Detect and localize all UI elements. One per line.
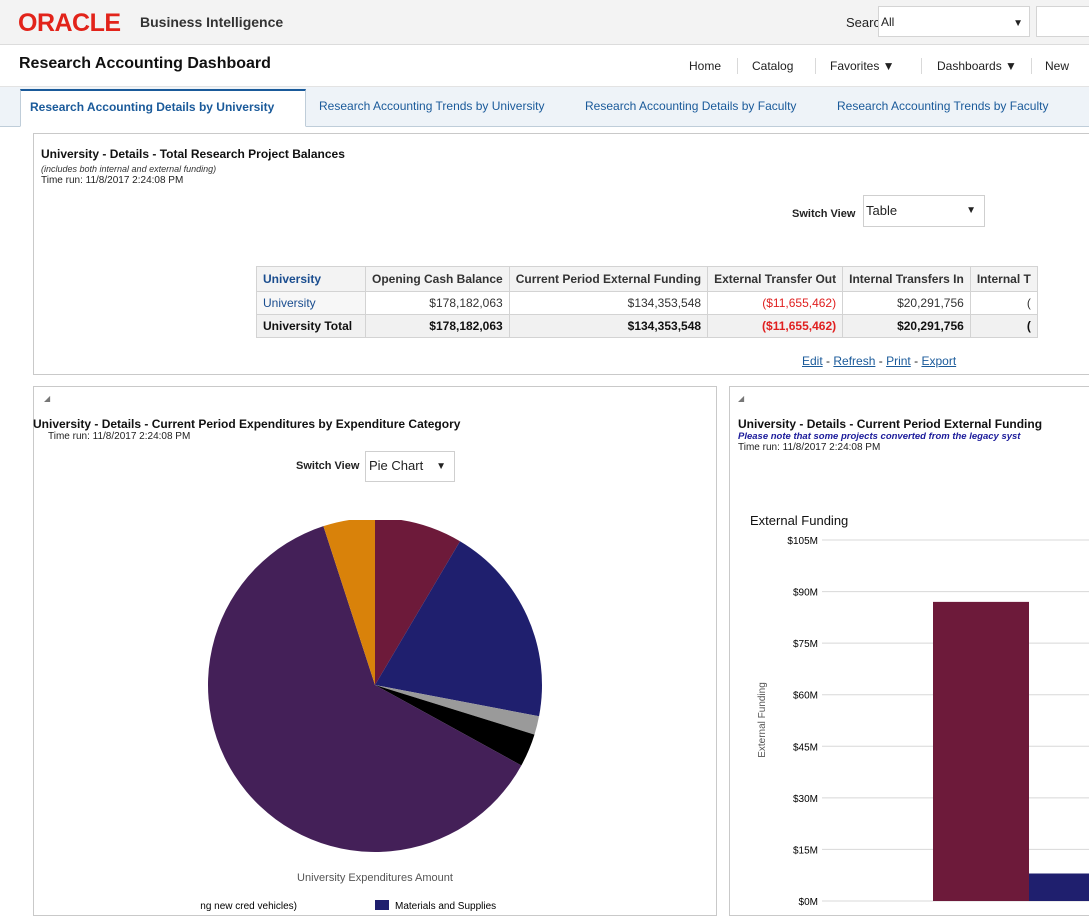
funding-title: University - Details - Current Period Ex… bbox=[738, 417, 1043, 431]
external-funding-bar-chart: External Funding $0M $15M $30M $45M $60M $75M… bbox=[750, 513, 1089, 906]
bar[interactable] bbox=[1029, 873, 1089, 901]
page-title: Research Accounting Dashboard bbox=[19, 55, 271, 72]
table-header-row: University Opening Cash Balance Current … bbox=[256, 266, 1038, 292]
tab-trends-by-faculty[interactable]: Research Accounting Trends by Faculty bbox=[837, 99, 1048, 113]
y-tick-label: $45M bbox=[793, 742, 818, 753]
nav-dashboards[interactable]: Dashboards ▼ bbox=[937, 59, 1017, 73]
chevron-down-icon: ▼ bbox=[436, 461, 446, 472]
tab-details-by-university[interactable]: Research Accounting Details by Universit… bbox=[20, 89, 306, 127]
table-cell: $134,353,548 bbox=[508, 314, 709, 338]
bars bbox=[933, 601, 1089, 901]
tab-details-by-faculty[interactable]: Research Accounting Details by Faculty bbox=[585, 99, 796, 113]
table-cell: ($11,655,462) bbox=[707, 314, 844, 338]
collapse-corner-icon[interactable]: ◢ bbox=[44, 394, 50, 403]
y-tick-label: $75M bbox=[793, 639, 818, 650]
chevron-down-icon: ▼ bbox=[1013, 18, 1023, 29]
y-tick-label: $90M bbox=[793, 588, 818, 599]
expenditures-title: University - Details - Current Period Ex… bbox=[33, 417, 461, 431]
print-link[interactable]: Print bbox=[886, 354, 911, 368]
y-tick-label: $15M bbox=[793, 845, 818, 856]
action-separator: - bbox=[826, 354, 831, 368]
tab-label: Research Accounting Details by Universit… bbox=[30, 100, 275, 114]
table-cell: ( bbox=[969, 291, 1038, 315]
bar[interactable] bbox=[933, 601, 1029, 901]
collapse-corner-icon[interactable]: ◢ bbox=[738, 394, 744, 403]
edit-link[interactable]: Edit bbox=[802, 354, 823, 368]
legend-item: Equipment (including new cred vehicles) bbox=[200, 901, 297, 912]
column-header: Internal T bbox=[969, 266, 1038, 292]
y-tick-label: $60M bbox=[793, 691, 818, 702]
balances-table: University Opening Cash Balance Current … bbox=[256, 266, 1038, 338]
column-header: Current Period External Funding bbox=[508, 266, 709, 292]
pie-slices bbox=[208, 520, 542, 852]
y-axis-label: External Funding bbox=[757, 682, 768, 758]
nav-catalog[interactable]: Catalog bbox=[752, 59, 793, 73]
export-link[interactable]: Export bbox=[921, 354, 956, 368]
table-cell: $178,182,063 bbox=[365, 291, 510, 315]
table-cell: $134,353,548 bbox=[508, 291, 709, 315]
nav-divider bbox=[815, 58, 816, 74]
nav-divider bbox=[737, 58, 738, 74]
legend-swatch bbox=[375, 900, 389, 910]
search-scope-value: All bbox=[881, 15, 895, 29]
nav-new[interactable]: New bbox=[1045, 59, 1069, 73]
table-cell: ( bbox=[969, 314, 1038, 338]
pie-axis-label: University Expenditures Amount bbox=[297, 872, 453, 884]
funding-note: Please note that some projects converted… bbox=[738, 431, 1021, 442]
table-cell: $20,291,756 bbox=[842, 291, 971, 315]
y-tick-label: $30M bbox=[793, 794, 818, 805]
table-row: University $178,182,063 $134,353,548 ($1… bbox=[256, 291, 1038, 315]
legend-item: Materials and Supplies bbox=[395, 901, 496, 912]
balances-time-run: Time run: 11/8/2017 2:24:08 PM bbox=[41, 175, 184, 186]
column-header: Opening Cash Balance bbox=[365, 266, 510, 292]
table-cell: ($11,655,462) bbox=[707, 291, 844, 315]
search-scope-select[interactable]: All ▼ bbox=[878, 6, 1030, 37]
switch-view-label: Switch View bbox=[792, 208, 856, 220]
refresh-link[interactable]: Refresh bbox=[833, 354, 875, 368]
funding-time-run: Time run: 11/8/2017 2:24:08 PM bbox=[738, 442, 881, 453]
oracle-logo[interactable]: ORACLE bbox=[18, 9, 121, 38]
search-input[interactable] bbox=[1036, 6, 1089, 37]
table-cell: $20,291,756 bbox=[842, 314, 971, 338]
action-separator: - bbox=[914, 354, 919, 368]
switch-view-label: Switch View bbox=[296, 460, 360, 472]
balances-title: University - Details - Total Research Pr… bbox=[41, 147, 345, 161]
switch-view-select[interactable]: Table ▼ bbox=[863, 195, 985, 227]
chevron-down-icon: ▼ bbox=[966, 205, 976, 216]
table-total-row: University Total $178,182,063 $134,353,5… bbox=[256, 314, 1038, 338]
table-actions: Edit - Refresh - Print - Export bbox=[802, 354, 956, 368]
balances-note: (includes both internal and external fun… bbox=[41, 164, 217, 174]
action-separator: - bbox=[878, 354, 883, 368]
expenditures-pie-chart: University Expenditures Amount Equipment… bbox=[200, 520, 542, 912]
column-header: Internal Transfers In bbox=[842, 266, 971, 292]
total-row-header: University Total bbox=[256, 314, 366, 338]
y-tick-label: $0M bbox=[799, 897, 818, 906]
product-name: Business Intelligence bbox=[140, 14, 284, 30]
nav-divider bbox=[921, 58, 922, 74]
column-header[interactable]: University bbox=[256, 266, 366, 292]
tab-trends-by-university[interactable]: Research Accounting Trends by University bbox=[319, 99, 544, 113]
chart-title: External Funding bbox=[750, 513, 848, 528]
nav-home[interactable]: Home bbox=[689, 59, 721, 73]
switch-view-value: Pie Chart bbox=[369, 458, 424, 473]
nav-divider bbox=[1031, 58, 1032, 74]
y-tick-label: $105M bbox=[787, 536, 818, 547]
switch-view-select[interactable]: Pie Chart ▼ bbox=[365, 451, 455, 482]
switch-view-value: Table bbox=[866, 203, 898, 218]
row-header[interactable]: University bbox=[256, 291, 366, 315]
nav-favorites[interactable]: Favorites ▼ bbox=[830, 59, 895, 73]
column-header: External Transfer Out bbox=[707, 266, 844, 292]
table-cell: $178,182,063 bbox=[365, 314, 510, 338]
expenditures-time-run: Time run: 11/8/2017 2:24:08 PM bbox=[48, 431, 191, 442]
